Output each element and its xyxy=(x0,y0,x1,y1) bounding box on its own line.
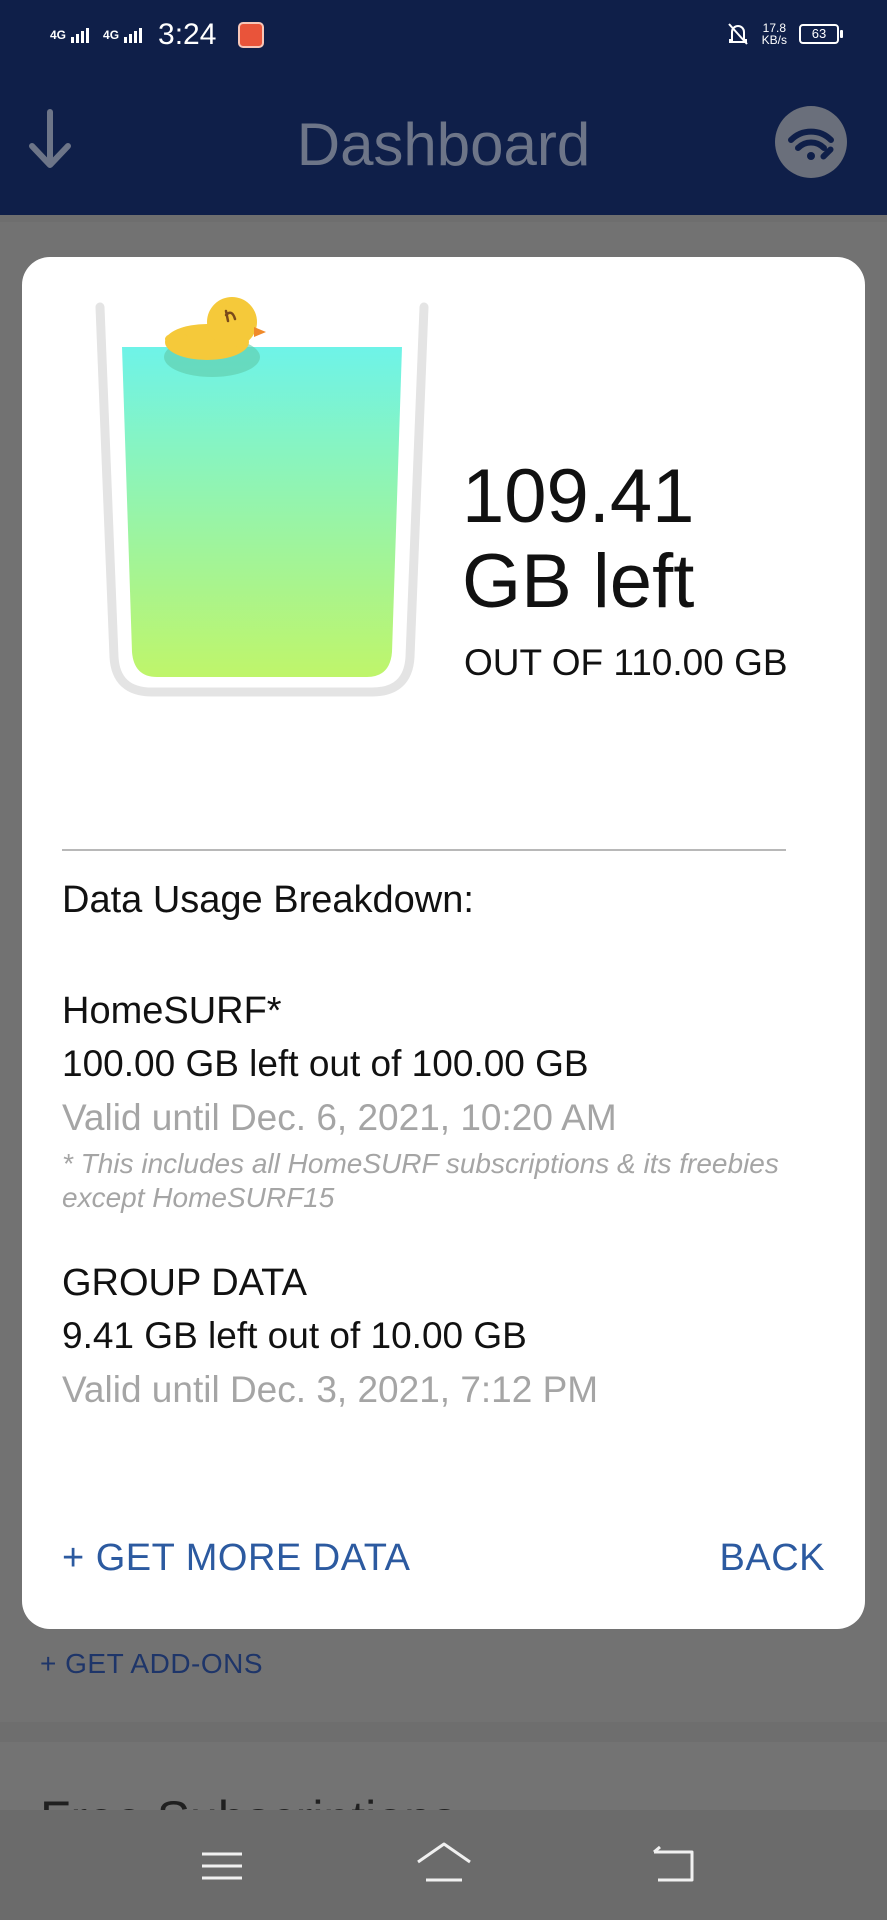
data-usage-dialog: 109.41 GB left OUT OF 110.00 GB Data Usa… xyxy=(22,257,865,1629)
item-amount-homesurf: 100.00 GB left out of 100.00 GB xyxy=(62,1043,589,1084)
get-add-ons-link[interactable]: + GET ADD-ONS xyxy=(40,1648,263,1680)
network-type-2: 4G xyxy=(103,27,120,42)
menu-icon[interactable] xyxy=(200,1850,244,1882)
bell-off-icon xyxy=(727,23,748,45)
network-type-1: 4G xyxy=(50,27,67,42)
item-valid-group-data: Valid until Dec. 3, 2021, 7:12 PM xyxy=(62,1369,599,1410)
speed-unit: KB/s xyxy=(761,33,787,47)
item-note-homesurf: * This includes all HomeSURF subscriptio… xyxy=(62,1148,779,1213)
get-more-data-button[interactable]: + GET MORE DATA xyxy=(62,1537,411,1580)
breakdown-title: Data Usage Breakdown: xyxy=(62,879,474,921)
item-name-group-data: GROUP DATA xyxy=(62,1262,307,1304)
wifi-tool-icon[interactable] xyxy=(775,106,847,178)
total-data-text: OUT OF 110.00 GB xyxy=(464,642,788,683)
remaining-data-unit: GB left xyxy=(462,539,695,624)
signal-icon: 4G xyxy=(50,27,90,43)
item-valid-homesurf: Valid until Dec. 6, 2021, 10:20 AM xyxy=(62,1097,617,1138)
battery-icon: 63 xyxy=(799,24,843,44)
clock: 3:24 xyxy=(158,18,217,51)
navigation-bar xyxy=(0,1810,887,1920)
network-speed: 17.8 KB/s xyxy=(762,22,787,46)
status-bar: 4G 4G 3:24 17.8 KB/s 63 xyxy=(0,0,887,70)
glass-illustration xyxy=(95,297,429,697)
back-icon[interactable] xyxy=(650,1846,696,1884)
duck-icon xyxy=(164,297,266,377)
remaining-data-value: 109.41 xyxy=(462,454,695,539)
app-notification-icon xyxy=(238,22,265,48)
signal-icon-2: 4G xyxy=(103,27,143,43)
app-bar: Dashboard xyxy=(0,70,887,215)
divider xyxy=(62,849,786,851)
item-name-homesurf: HomeSURF* xyxy=(62,990,282,1032)
page-title: Dashboard xyxy=(296,111,591,178)
home-icon[interactable] xyxy=(414,1840,474,1888)
item-amount-group-data: 9.41 GB left out of 10.00 GB xyxy=(62,1315,527,1356)
back-button[interactable]: BACK xyxy=(720,1537,825,1580)
